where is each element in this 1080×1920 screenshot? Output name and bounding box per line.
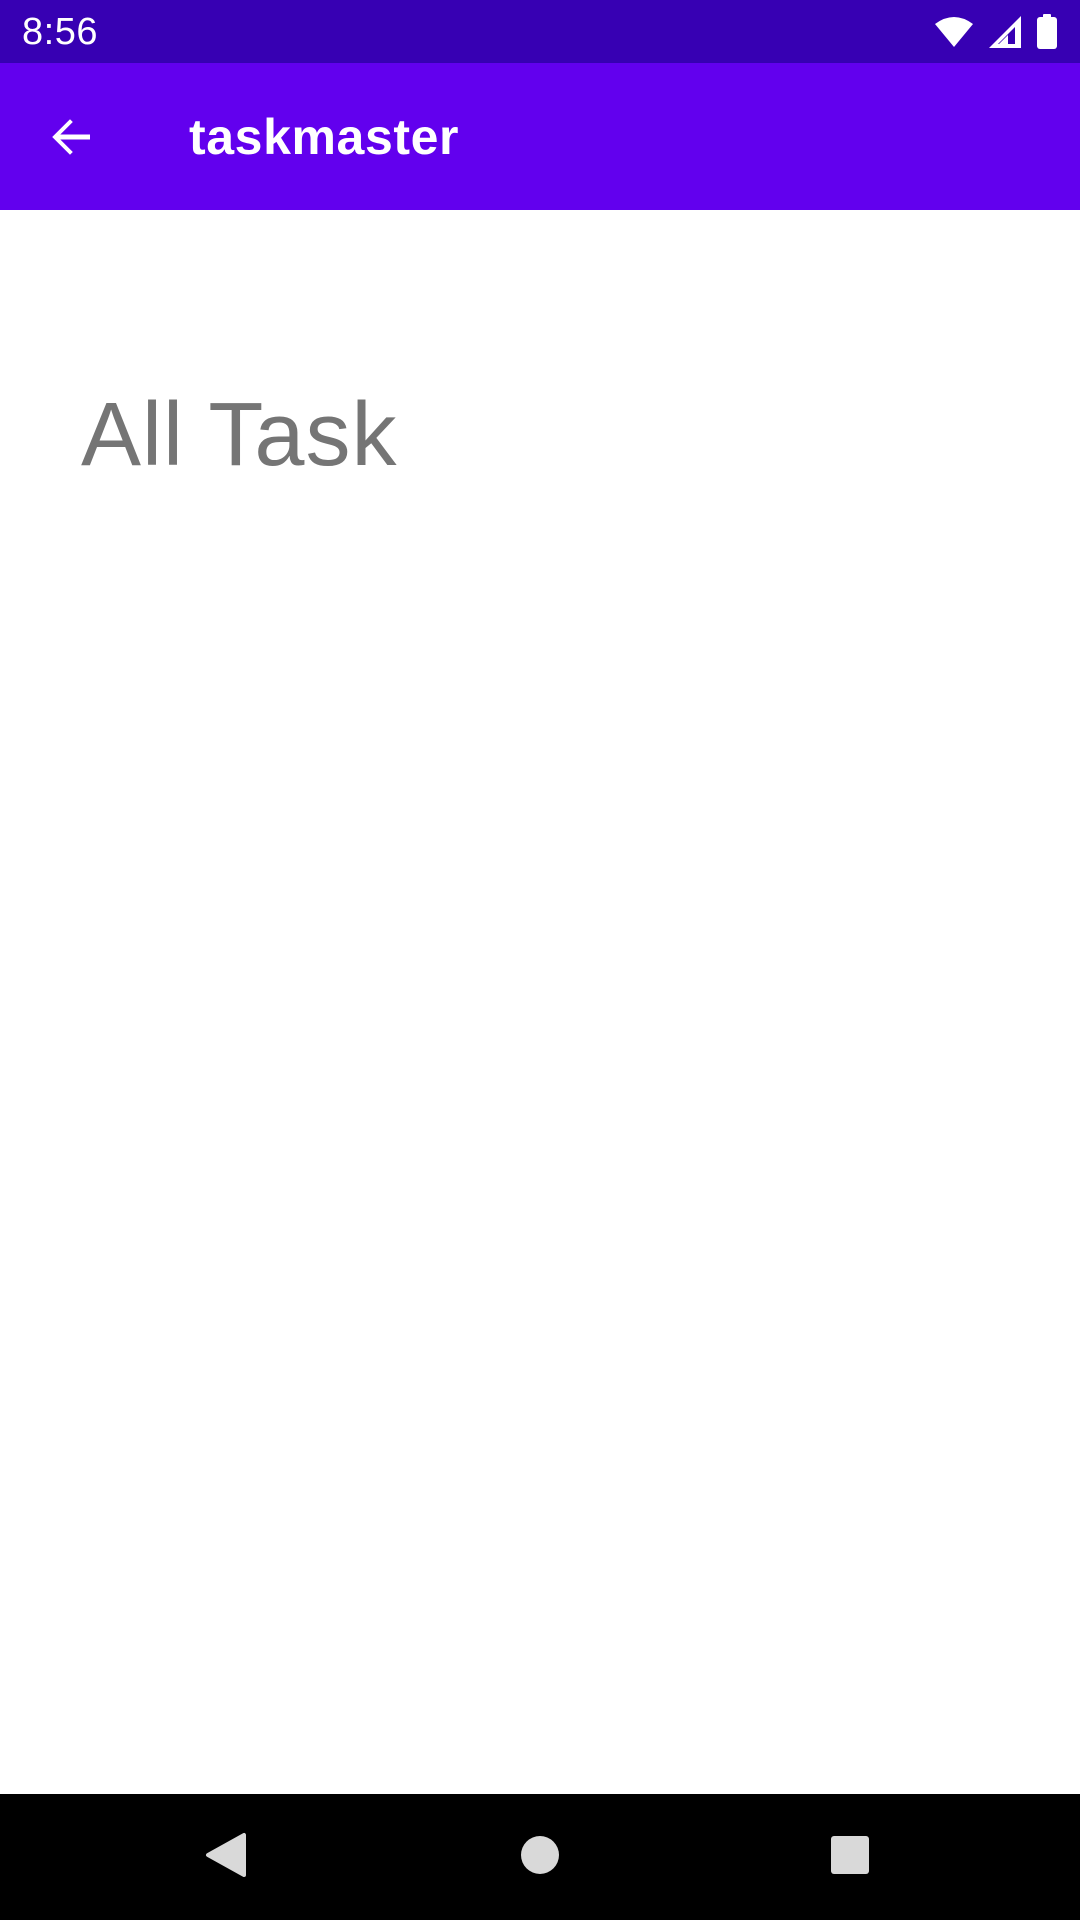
status-bar: 8:56	[0, 0, 1080, 63]
status-time: 8:56	[22, 11, 98, 53]
back-triangle-icon	[204, 1831, 248, 1884]
back-button[interactable]	[24, 91, 120, 187]
page-heading: All Task	[81, 385, 398, 485]
screen: 8:56 taskmaster All Task	[0, 0, 1080, 1920]
nav-recents-button[interactable]	[810, 1817, 890, 1897]
nav-home-button[interactable]	[500, 1817, 580, 1897]
signal-icon	[988, 15, 1022, 49]
main-content: All Task	[0, 210, 1080, 1794]
status-icons	[934, 12, 1058, 52]
nav-back-button[interactable]	[186, 1817, 266, 1897]
arrow-back-icon	[48, 113, 96, 166]
wifi-icon	[934, 16, 974, 48]
recents-square-icon	[830, 1835, 870, 1880]
app-title: taskmaster	[189, 109, 460, 165]
system-nav-bar	[0, 1794, 1080, 1920]
app-bar: taskmaster	[0, 63, 1080, 210]
home-circle-icon	[520, 1835, 560, 1880]
battery-icon	[1036, 14, 1058, 50]
